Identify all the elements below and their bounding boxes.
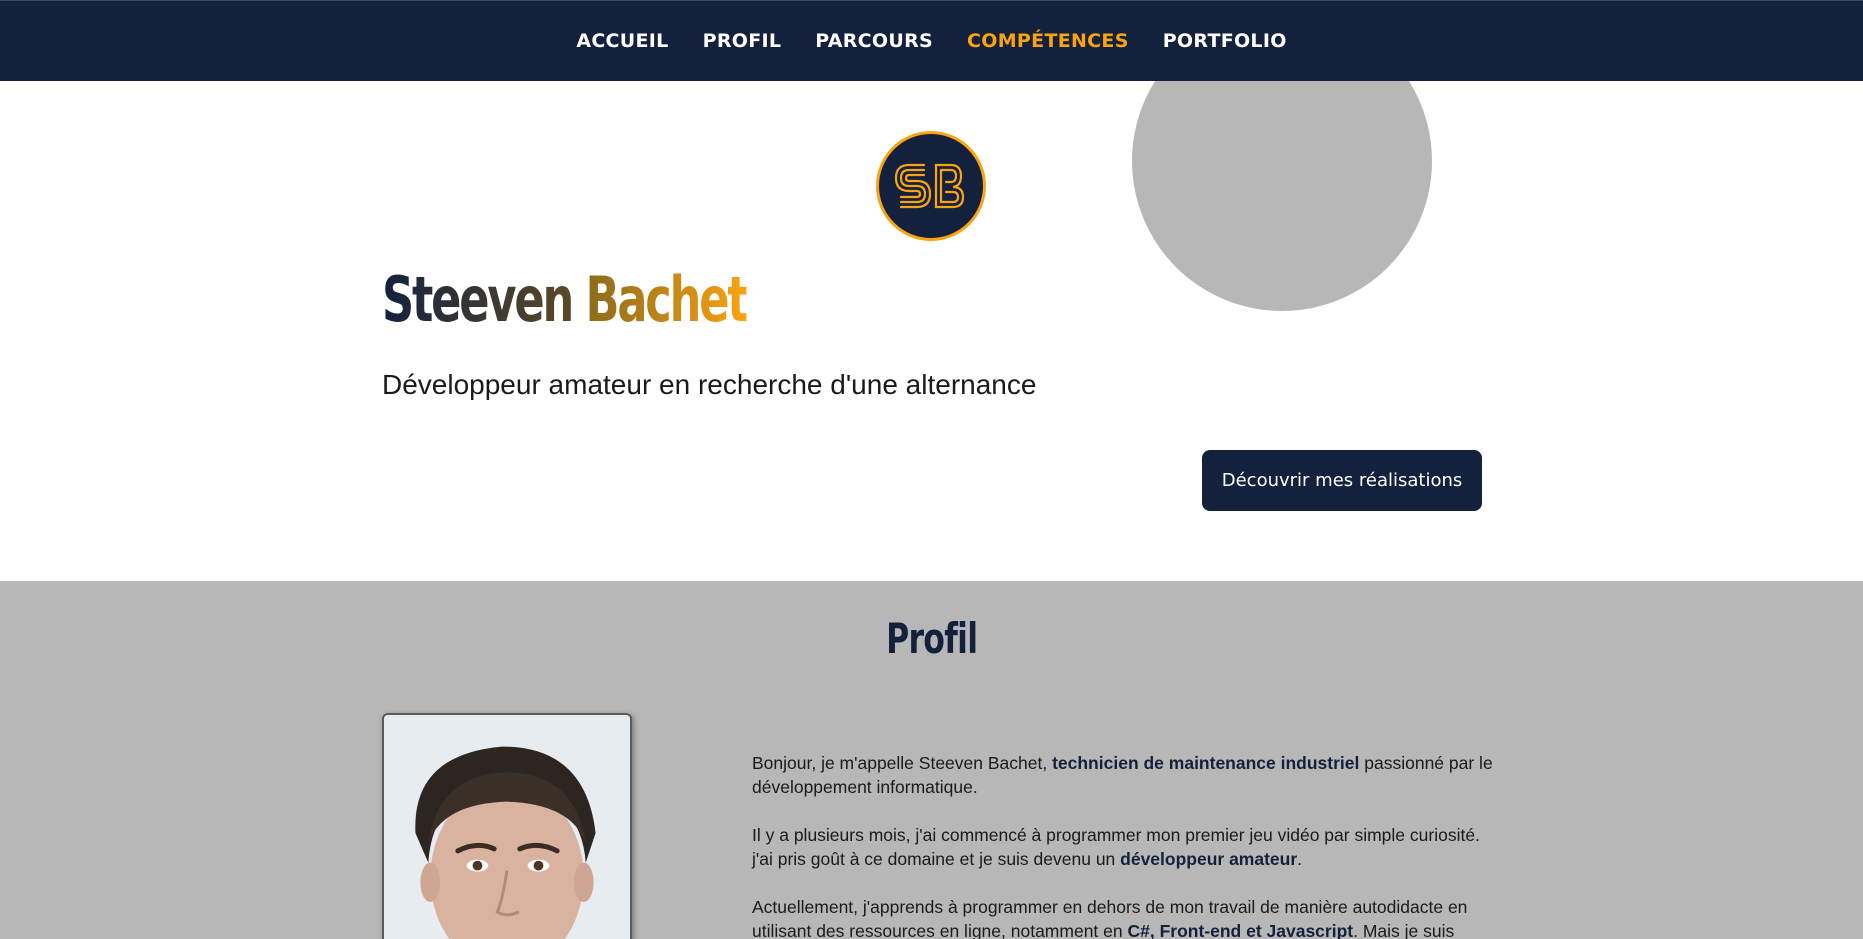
hero-subtitle: Développeur amateur en recherche d'une a… <box>382 369 1037 400</box>
portrait-image <box>384 715 630 939</box>
nav-menu: ACCUEIL PROFIL PARCOURS COMPÉTENCES PORT… <box>576 30 1286 52</box>
highlight-developpeur: développeur amateur <box>1120 849 1298 869</box>
highlight-technicien: technicien de maintenance industriel <box>1052 753 1360 773</box>
top-navigation: ACCUEIL PROFIL PARCOURS COMPÉTENCES PORT… <box>0 0 1863 81</box>
hero-first-name: Steeven <box>382 263 574 336</box>
profil-paragraph-1: Bonjour, je m'appelle Steeven Bachet, te… <box>752 753 1493 797</box>
sb-monogram-icon: SB <box>894 163 965 209</box>
nav-item-competences[interactable]: COMPÉTENCES <box>967 30 1129 52</box>
profil-title: Profil <box>0 614 1863 663</box>
profile-photo <box>382 713 632 939</box>
profil-description: Bonjour, je m'appelle Steeven Bachet, te… <box>752 751 1502 939</box>
hero-last-name: Bachet <box>585 263 748 336</box>
profil-paragraph-2: Il y a plusieurs mois, j'ai commencé à p… <box>752 825 1480 869</box>
decorative-circle <box>1132 81 1432 311</box>
highlight-languages: C#, Front-end et Javascript <box>1127 921 1354 939</box>
profil-paragraph-3: Actuellement, j'apprends à programmer en… <box>752 897 1468 939</box>
hero-section: SB Steeven Bachet Développeur amateur en… <box>0 81 1863 581</box>
nav-item-accueil[interactable]: ACCUEIL <box>576 30 668 52</box>
nav-item-parcours[interactable]: PARCOURS <box>815 30 933 52</box>
profil-section: Profil Bonjour, je m'appelle Steeven Bac… <box>0 581 1863 939</box>
hero-name: Steeven Bachet <box>382 263 749 336</box>
profil-title-text: Profil <box>885 614 978 663</box>
discover-realisations-button[interactable]: Découvrir mes réalisations <box>1202 450 1482 511</box>
sb-logo: SB <box>876 131 986 241</box>
nav-item-portfolio[interactable]: PORTFOLIO <box>1163 30 1287 52</box>
nav-item-profil[interactable]: PROFIL <box>703 30 782 52</box>
